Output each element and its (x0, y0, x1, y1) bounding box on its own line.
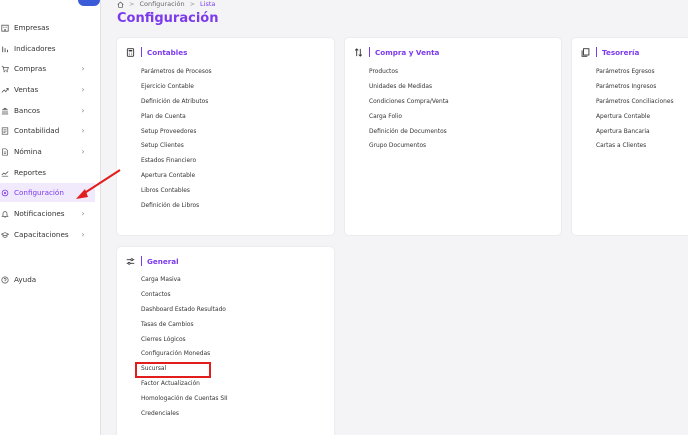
annotation-arrow (76, 169, 121, 199)
